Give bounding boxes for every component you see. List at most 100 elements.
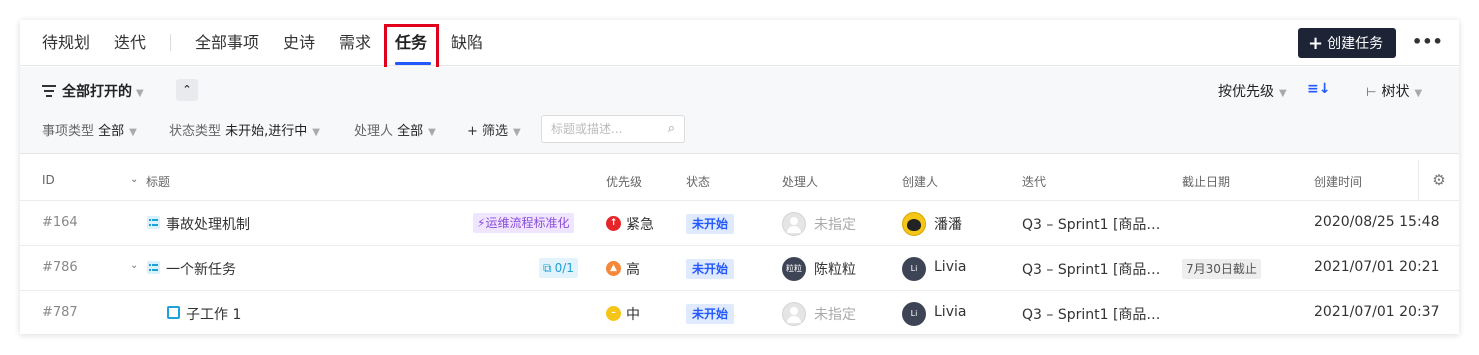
filter-label: 处理人 [354,124,394,139]
filter-value: 全部 [98,124,125,139]
item-id[interactable]: #164 [42,215,78,230]
item-title[interactable]: 事故处理机制 [166,214,250,234]
create-task-button[interactable]: + 创建任务 [1298,28,1396,58]
col-iteration[interactable]: 迭代 [1022,173,1046,190]
sort-direction-icon[interactable]: ≡↓ [1307,81,1330,97]
caret-down-icon: ▼ [1414,88,1423,99]
unassigned-avatar [782,302,806,326]
task-board: 待规划 迭代 全部事项 史诗 需求 任务 缺陷 + 创建任务 ••• 全部打开的 ▼… [20,20,1459,334]
epic-tag[interactable]: ⚡运维流程标准化 [473,213,575,233]
caret-down-icon: ▼ [428,127,436,138]
due-date-badge[interactable]: 7月30日截止 [1182,259,1261,279]
filter-label: 事项类型 [42,124,95,139]
filter-bar: 全部打开的 ▼ ⌃ 按优先级 ▼ ≡↓ ⊢ 树状 ▼ 事项类型 全部 ▼ 状态类型 未开始… [20,67,1459,154]
search-input[interactable]: 标题或描述... ⌕ [541,115,685,143]
col-assignee[interactable]: 处理人 [782,173,818,190]
subtask-type-icon [167,306,180,319]
epic-tag-label: 运维流程标准化 [485,216,570,230]
assignee-name[interactable]: 未指定 [814,214,856,234]
table-row[interactable]: #787 子工作 1 – 中 未开始 未指定 Li Livia Q3 – Spr… [20,291,1459,334]
priority-label[interactable]: 中 [626,304,640,324]
search-icon: ⌕ [667,121,675,136]
col-status[interactable]: 状态 [686,173,710,190]
search-placeholder: 标题或描述... [551,122,623,136]
tab-iterations[interactable]: 迭代 [114,32,146,54]
priority-label[interactable]: 紧急 [626,214,654,234]
assignee-filter[interactable]: 处理人 全部 ▼ [354,120,436,139]
created-time: 2021/07/01 20:21 [1314,259,1440,275]
collapse-filters-button[interactable]: ⌃ [176,79,198,101]
tree-label: 树状 [1381,84,1410,100]
top-nav: 待规划 迭代 全部事项 史诗 需求 任务 缺陷 + 创建任务 ••• [20,20,1459,66]
task-type-icon [147,261,160,274]
table-row[interactable]: #786 ⌄ 一个新任务 ⧉ 0/1 ▲ 高 未开始 粒粒 陈粒粒 Li Livi… [20,246,1459,291]
caret-down-icon: ▼ [1279,88,1287,99]
created-time: 2021/07/01 20:37 [1314,304,1440,320]
creator-name: Livia [934,304,967,320]
more-icon[interactable]: ••• [1412,32,1443,51]
caret-down-icon: ▼ [312,127,320,138]
caret-down-icon: ▼ [513,127,521,138]
status-badge[interactable]: 未开始 [686,259,735,279]
sort-selector[interactable]: 按优先级 ▼ [1218,81,1287,101]
tab-backlog[interactable]: 待规划 [42,32,90,54]
tab-stories[interactable]: 需求 [339,32,371,54]
caret-down-icon: ▼ [136,88,144,99]
view-label: 全部打开的 [62,84,132,100]
avatar: Li [902,302,926,326]
iteration-name[interactable]: Q3 – Sprint1 [商品… [1022,304,1160,324]
subtask-count[interactable]: ⧉ 0/1 [539,258,578,278]
tab-epics[interactable]: 史诗 [283,32,315,54]
subtask-icon: ⧉ [543,261,552,275]
col-priority[interactable]: 优先级 [606,173,642,190]
status-type-filter[interactable]: 状态类型 未开始,进行中 ▼ [169,120,320,139]
expand-all-icon[interactable]: ⌄ [130,174,138,185]
unassigned-avatar [782,212,806,236]
iteration-name[interactable]: Q3 – Sprint1 [商品… [1022,259,1160,279]
priority-high-icon: ▲ [606,261,621,276]
creator-name: 潘潘 [934,217,962,233]
col-creator[interactable]: 创建人 [902,173,938,190]
table-row[interactable]: #164 事故处理机制 ⚡运维流程标准化 ↑ 紧急 未开始 未指定 潘潘 Q3 … [20,201,1459,246]
tree-view-selector[interactable]: ⊢ 树状 ▼ [1366,81,1422,101]
sort-label: 按优先级 [1218,84,1274,100]
priority-medium-icon: – [606,306,621,321]
avatar [902,212,926,236]
status-badge[interactable]: 未开始 [686,214,735,234]
chevron-down-icon[interactable]: ⌄ [130,260,138,271]
avatar: Li [902,257,926,281]
status-badge[interactable]: 未开始 [686,304,735,324]
tab-bugs[interactable]: 缺陷 [451,32,483,54]
filter-label: 状态类型 [169,124,222,139]
created-time: 2020/08/25 15:48 [1314,214,1440,230]
creator-name: Livia [934,259,967,275]
add-filter-button[interactable]: + 筛选 ▼ [467,120,521,139]
highlight-annotation [384,24,439,72]
item-title[interactable]: 一个新任务 [166,259,236,279]
filter-value: 未开始,进行中 [225,124,308,139]
table-header: ID ⌄ 标题 优先级 状态 处理人 创建人 迭代 截止日期 创建时间 ⚙ [20,160,1459,201]
priority-label[interactable]: 高 [626,259,640,279]
assignee-name[interactable]: 未指定 [814,304,856,324]
view-selector[interactable]: 全部打开的 ▼ [42,81,144,101]
filter-value: 全部 [397,124,424,139]
filter-icon [42,85,56,97]
nav-divider [170,34,171,51]
tab-all-items[interactable]: 全部事项 [195,32,259,54]
col-created-time[interactable]: 创建时间 [1314,173,1362,190]
item-id[interactable]: #786 [42,260,78,275]
assignee-name[interactable]: 陈粒粒 [814,259,856,279]
col-title[interactable]: 标题 [146,173,170,190]
column-settings-gear-icon[interactable]: ⚙ [1418,160,1459,201]
item-type-filter[interactable]: 事项类型 全部 ▼ [42,120,137,139]
item-title[interactable]: 子工作 1 [186,304,241,324]
task-type-icon [147,216,160,229]
col-due-date[interactable]: 截止日期 [1182,173,1230,190]
priority-urgent-icon: ↑ [606,216,621,231]
add-filter-label: + 筛选 [467,124,509,139]
iteration-name[interactable]: Q3 – Sprint1 [商品… [1022,214,1160,234]
avatar: 粒粒 [782,257,806,281]
subtask-count-label: 0/1 [554,261,574,275]
create-task-label: 创建任务 [1327,36,1384,52]
item-id[interactable]: #787 [42,305,78,320]
